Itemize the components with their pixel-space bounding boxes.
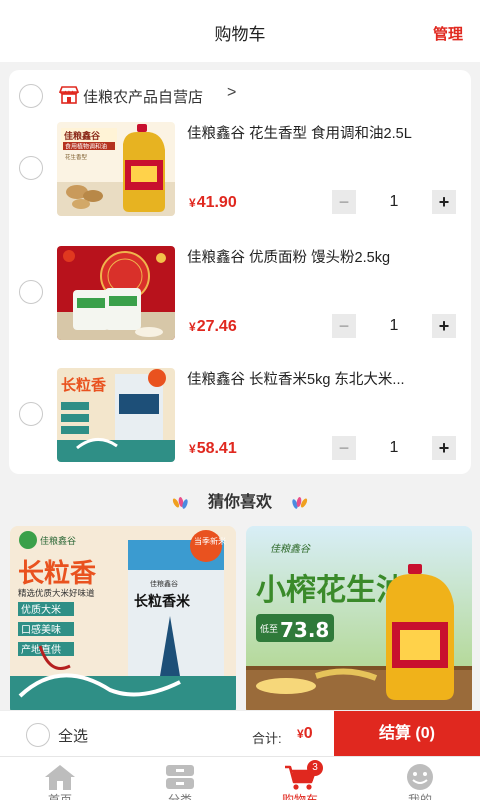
select-all-label[interactable]: 全选: [58, 725, 88, 746]
item-select-checkbox[interactable]: [19, 156, 43, 180]
tab-cart[interactable]: 3 购物车: [240, 757, 360, 800]
home-icon: [45, 765, 75, 790]
rec-bag-brand: 佳粮鑫谷: [150, 579, 178, 588]
shop-header[interactable]: 佳粮农产品自营店 >: [9, 70, 471, 118]
chevron-right-icon[interactable]: >: [227, 84, 236, 102]
product-image-oil[interactable]: 佳粮鑫谷 食用植物调和油 花生香型: [57, 122, 175, 216]
shop-select-checkbox[interactable]: [19, 84, 43, 108]
quantity-value[interactable]: 1: [356, 314, 432, 338]
increase-button[interactable]: +: [432, 314, 456, 338]
item-select-checkbox[interactable]: [19, 280, 43, 304]
recommend-product-oil[interactable]: 佳粮鑫谷 小榨花生油 低至 73.8: [246, 526, 472, 716]
rec-right-title: 小榨花生油: [256, 573, 406, 608]
oil-sub-text: 花生香型: [65, 153, 88, 161]
recommend-title: 猜你喜欢: [207, 494, 272, 511]
store-icon: [59, 86, 79, 104]
item-title[interactable]: 佳粮鑫谷 长粒香米5kg 东北大米...: [187, 370, 459, 390]
rec-logo-text: 佳粮鑫谷: [40, 535, 76, 547]
tab-category[interactable]: 分类: [120, 757, 240, 800]
increase-button[interactable]: +: [432, 190, 456, 214]
page-title: 购物车: [214, 25, 266, 44]
tab-home[interactable]: 首页: [0, 757, 120, 800]
rec-tag: 优质大米: [21, 603, 61, 616]
sparkle-right-icon: [292, 496, 308, 509]
quantity-value[interactable]: 1: [356, 190, 432, 214]
category-icon: [166, 765, 194, 789]
oil-brand-text: 佳粮鑫谷: [64, 130, 101, 142]
cart-item: 佳粮鑫谷 食用植物调和油 花生香型 佳粮鑫谷 花生香型 食用调和油2.5L ¥4…: [9, 122, 471, 246]
product-image-flour[interactable]: [57, 246, 175, 340]
item-price: ¥41.90: [189, 194, 237, 211]
rec-right-small: 佳粮鑫谷: [270, 543, 311, 555]
rec-badge-text: 当季新米: [194, 536, 226, 546]
shop-name[interactable]: 佳粮农产品自营店: [83, 86, 203, 107]
increase-button[interactable]: +: [432, 436, 456, 460]
item-select-checkbox[interactable]: [19, 402, 43, 426]
quantity-stepper: − 1 +: [332, 190, 456, 214]
item-title[interactable]: 佳粮鑫谷 花生香型 食用调和油2.5L: [187, 124, 459, 144]
rec-left-title: 长粒香: [18, 558, 96, 589]
quantity-stepper: − 1 +: [332, 314, 456, 338]
rec-price: 73.8: [280, 618, 329, 642]
item-price: ¥27.46: [189, 318, 237, 335]
tab-label: 分类: [167, 793, 192, 800]
select-all-checkbox[interactable]: [26, 723, 50, 747]
smiley-icon: [407, 764, 433, 790]
rec-bag-title: 长粒香米: [134, 593, 191, 610]
product-image-rice[interactable]: 长粒香: [57, 368, 175, 462]
header: 购物车 管理: [0, 0, 480, 62]
quantity-stepper: − 1 +: [332, 436, 456, 460]
decrease-button[interactable]: −: [332, 190, 356, 214]
cart-item: 长粒香 佳粮鑫谷 长粒香米5kg 东北大米... ¥58.41 − 1 +: [9, 368, 471, 492]
tab-label: 购物车: [281, 793, 318, 800]
quantity-value[interactable]: 1: [356, 436, 432, 460]
item-price: ¥58.41: [189, 440, 237, 457]
recommend-product-rice[interactable]: 佳粮鑫谷 长粒香 精选优质大米好味道 优质大米 口感美味 产地直供 当季新米 佳…: [10, 526, 236, 716]
rec-left-slogan: 精选优质大米好味道: [18, 588, 95, 599]
item-title[interactable]: 佳粮鑫谷 优质面粉 馒头粉2.5kg: [187, 248, 459, 268]
tab-label: 我的: [407, 793, 432, 800]
decrease-button[interactable]: −: [332, 314, 356, 338]
total-amount: ¥0: [297, 725, 313, 742]
sparkle-left-icon: [172, 496, 188, 509]
tab-label: 首页: [47, 793, 72, 800]
oil-tag-text: 食用植物调和油: [65, 143, 107, 151]
checkout-button[interactable]: 结算 (0): [334, 711, 480, 757]
rec-tag: 口感美味: [21, 623, 61, 636]
cart-item: 佳粮鑫谷 优质面粉 馒头粉2.5kg ¥27.46 − 1 +: [9, 246, 471, 370]
shop-card: 佳粮农产品自营店 > 佳粮鑫谷 食用植物调和油 花生香型 佳粮鑫谷 花生香型 食…: [9, 70, 471, 474]
decrease-button[interactable]: −: [332, 436, 356, 460]
manage-button[interactable]: 管理: [433, 23, 463, 44]
rec-price-label: 低至: [260, 623, 278, 635]
rice-title-text: 长粒香: [61, 376, 106, 394]
tab-bar: 首页 分类 3 购物车 我的: [0, 756, 480, 800]
tab-profile[interactable]: 我的: [360, 757, 480, 800]
recommend-heading: 猜你喜欢: [0, 488, 480, 512]
cart-badge: 3: [307, 760, 323, 776]
checkout-bar: 全选 合计: ¥0 结算 (0): [0, 710, 480, 757]
total-label: 合计:: [252, 731, 282, 746]
